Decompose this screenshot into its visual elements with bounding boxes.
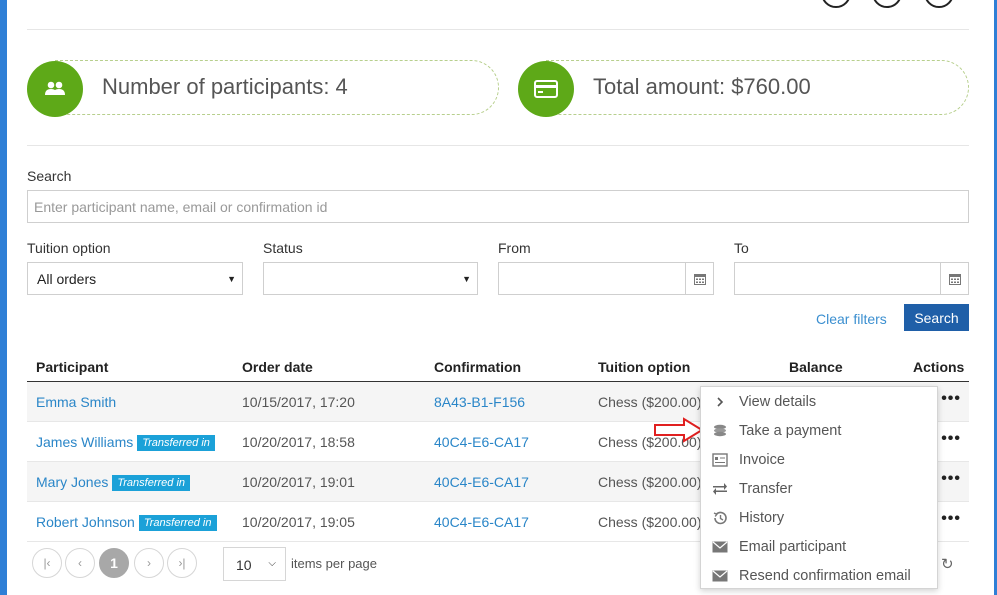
confirmation-link[interactable]: 40C4-E6-CA17 bbox=[434, 434, 529, 450]
caret-down-icon: ▼ bbox=[462, 274, 471, 284]
row-actions-button[interactable]: ••• bbox=[941, 390, 961, 408]
column-header-actions: Actions bbox=[913, 359, 965, 375]
first-page-button[interactable]: |‹ bbox=[32, 548, 62, 578]
order-date: 10/20/2017, 19:05 bbox=[242, 514, 355, 530]
transfer-icon bbox=[701, 482, 739, 496]
items-per-page-label: items per page bbox=[291, 556, 377, 571]
page-size-value: 10 bbox=[236, 557, 252, 573]
window-frame-left bbox=[0, 0, 7, 595]
history-icon bbox=[701, 510, 739, 526]
menu-item-invoice[interactable]: Invoice bbox=[701, 445, 939, 474]
clear-filters-link[interactable]: Clear filters bbox=[816, 311, 887, 327]
row-actions-button[interactable]: ••• bbox=[941, 510, 961, 528]
from-date-input[interactable] bbox=[498, 262, 714, 295]
caret-down-icon: ▼ bbox=[227, 274, 236, 284]
column-header-participant[interactable]: Participant bbox=[36, 359, 108, 375]
top-action-button[interactable] bbox=[872, 0, 902, 8]
search-label: Search bbox=[27, 168, 72, 184]
menu-item-label: Invoice bbox=[739, 451, 785, 468]
menu-item-label: History bbox=[739, 509, 785, 526]
menu-item-resend-confirmation-email[interactable]: Resend confirmation email bbox=[701, 561, 939, 590]
menu-item-label: Resend confirmation email bbox=[739, 567, 911, 584]
participant-name-link[interactable]: James Williams bbox=[36, 434, 133, 450]
participant-name-link[interactable]: Robert Johnson bbox=[36, 514, 135, 530]
credit-card-icon bbox=[518, 61, 574, 117]
search-button[interactable]: Search bbox=[904, 304, 969, 331]
tuition-option-label: Tuition option bbox=[27, 240, 111, 256]
search-placeholder: Enter participant name, email or confirm… bbox=[34, 199, 328, 215]
top-action-button[interactable] bbox=[924, 0, 954, 8]
tuition-option: Chess ($200.00) bbox=[598, 474, 702, 490]
envelope-icon bbox=[701, 541, 739, 553]
total-stat: Total amount: $760.00 bbox=[518, 60, 969, 117]
coins-icon bbox=[701, 424, 739, 438]
chevron-down-icon: ⌵ bbox=[268, 558, 276, 569]
confirmation-link[interactable]: 8A43-B1-F156 bbox=[434, 394, 525, 410]
column-header-balance[interactable]: Balance bbox=[789, 359, 843, 375]
row-actions-button[interactable]: ••• bbox=[941, 430, 961, 448]
invoice-icon bbox=[701, 452, 739, 467]
divider bbox=[27, 29, 969, 30]
participant-name-link[interactable]: Mary Jones bbox=[36, 474, 108, 490]
status-label: Status bbox=[263, 240, 303, 256]
calendar-icon[interactable] bbox=[940, 263, 968, 294]
column-header-confirmation[interactable]: Confirmation bbox=[434, 359, 521, 375]
menu-item-label: View details bbox=[739, 393, 817, 410]
calendar-icon[interactable] bbox=[685, 263, 713, 294]
row-actions-button[interactable]: ••• bbox=[941, 470, 961, 488]
menu-item-email-participant[interactable]: Email participant bbox=[701, 532, 939, 561]
next-page-button[interactable]: › bbox=[134, 548, 164, 578]
to-date-input[interactable] bbox=[734, 262, 969, 295]
search-input[interactable]: Enter participant name, email or confirm… bbox=[27, 190, 969, 223]
transferred-badge: Transferred in bbox=[138, 515, 217, 531]
total-amount: Total amount: $760.00 bbox=[593, 74, 811, 99]
menu-item-label: Transfer bbox=[739, 480, 793, 497]
column-header-order-date[interactable]: Order date bbox=[242, 359, 313, 375]
participant-name-cell: James Williams Transferred in bbox=[36, 434, 215, 451]
menu-item-label: Take a payment bbox=[739, 422, 842, 439]
top-action-button[interactable] bbox=[821, 0, 851, 8]
transferred-badge: Transferred in bbox=[112, 475, 191, 491]
order-date: 10/15/2017, 17:20 bbox=[242, 394, 355, 410]
participants-stat: Number of participants: 4 bbox=[27, 60, 499, 117]
order-date: 10/20/2017, 18:58 bbox=[242, 434, 355, 450]
menu-item-history[interactable]: History bbox=[701, 503, 939, 532]
refresh-icon[interactable]: ↻ bbox=[941, 555, 954, 573]
menu-item-view-details[interactable]: View details bbox=[701, 387, 939, 416]
tuition-option: Chess ($200.00) bbox=[598, 394, 702, 410]
participants-count: Number of participants: 4 bbox=[102, 74, 348, 99]
tuition-option: Chess ($200.00) bbox=[598, 514, 702, 530]
chevron-right-icon bbox=[701, 396, 739, 408]
envelope-icon bbox=[701, 570, 739, 582]
from-label: From bbox=[498, 240, 531, 256]
menu-item-transfer[interactable]: Transfer bbox=[701, 474, 939, 503]
participant-name-cell: Robert Johnson Transferred in bbox=[36, 514, 217, 531]
order-date: 10/20/2017, 19:01 bbox=[242, 474, 355, 490]
to-label: To bbox=[734, 240, 749, 256]
page-button-current[interactable]: 1 bbox=[99, 548, 129, 578]
participant-name-link[interactable]: Emma Smith bbox=[36, 394, 116, 410]
red-arrow-icon bbox=[654, 417, 704, 443]
tuition-option-select[interactable]: All orders ▼ bbox=[27, 262, 243, 295]
participant-name-cell: Mary Jones Transferred in bbox=[36, 474, 191, 491]
tuition-option-value: All orders bbox=[37, 271, 97, 287]
last-page-button[interactable]: ›| bbox=[167, 548, 197, 578]
status-select[interactable]: ▼ bbox=[263, 262, 478, 295]
page-size-select[interactable]: 10 ⌵ bbox=[223, 547, 286, 581]
confirmation-link[interactable]: 40C4-E6-CA17 bbox=[434, 514, 529, 530]
row-actions-menu: View details Take a payment Invoice Tran… bbox=[700, 386, 938, 589]
users-icon bbox=[27, 61, 83, 117]
prev-page-button[interactable]: ‹ bbox=[65, 548, 95, 578]
column-header-tuition-option[interactable]: Tuition option bbox=[598, 359, 690, 375]
confirmation-link[interactable]: 40C4-E6-CA17 bbox=[434, 474, 529, 490]
menu-item-take-a-payment[interactable]: Take a payment bbox=[701, 416, 939, 445]
divider bbox=[27, 145, 969, 146]
transferred-badge: Transferred in bbox=[137, 435, 215, 451]
menu-item-label: Email participant bbox=[739, 538, 847, 555]
